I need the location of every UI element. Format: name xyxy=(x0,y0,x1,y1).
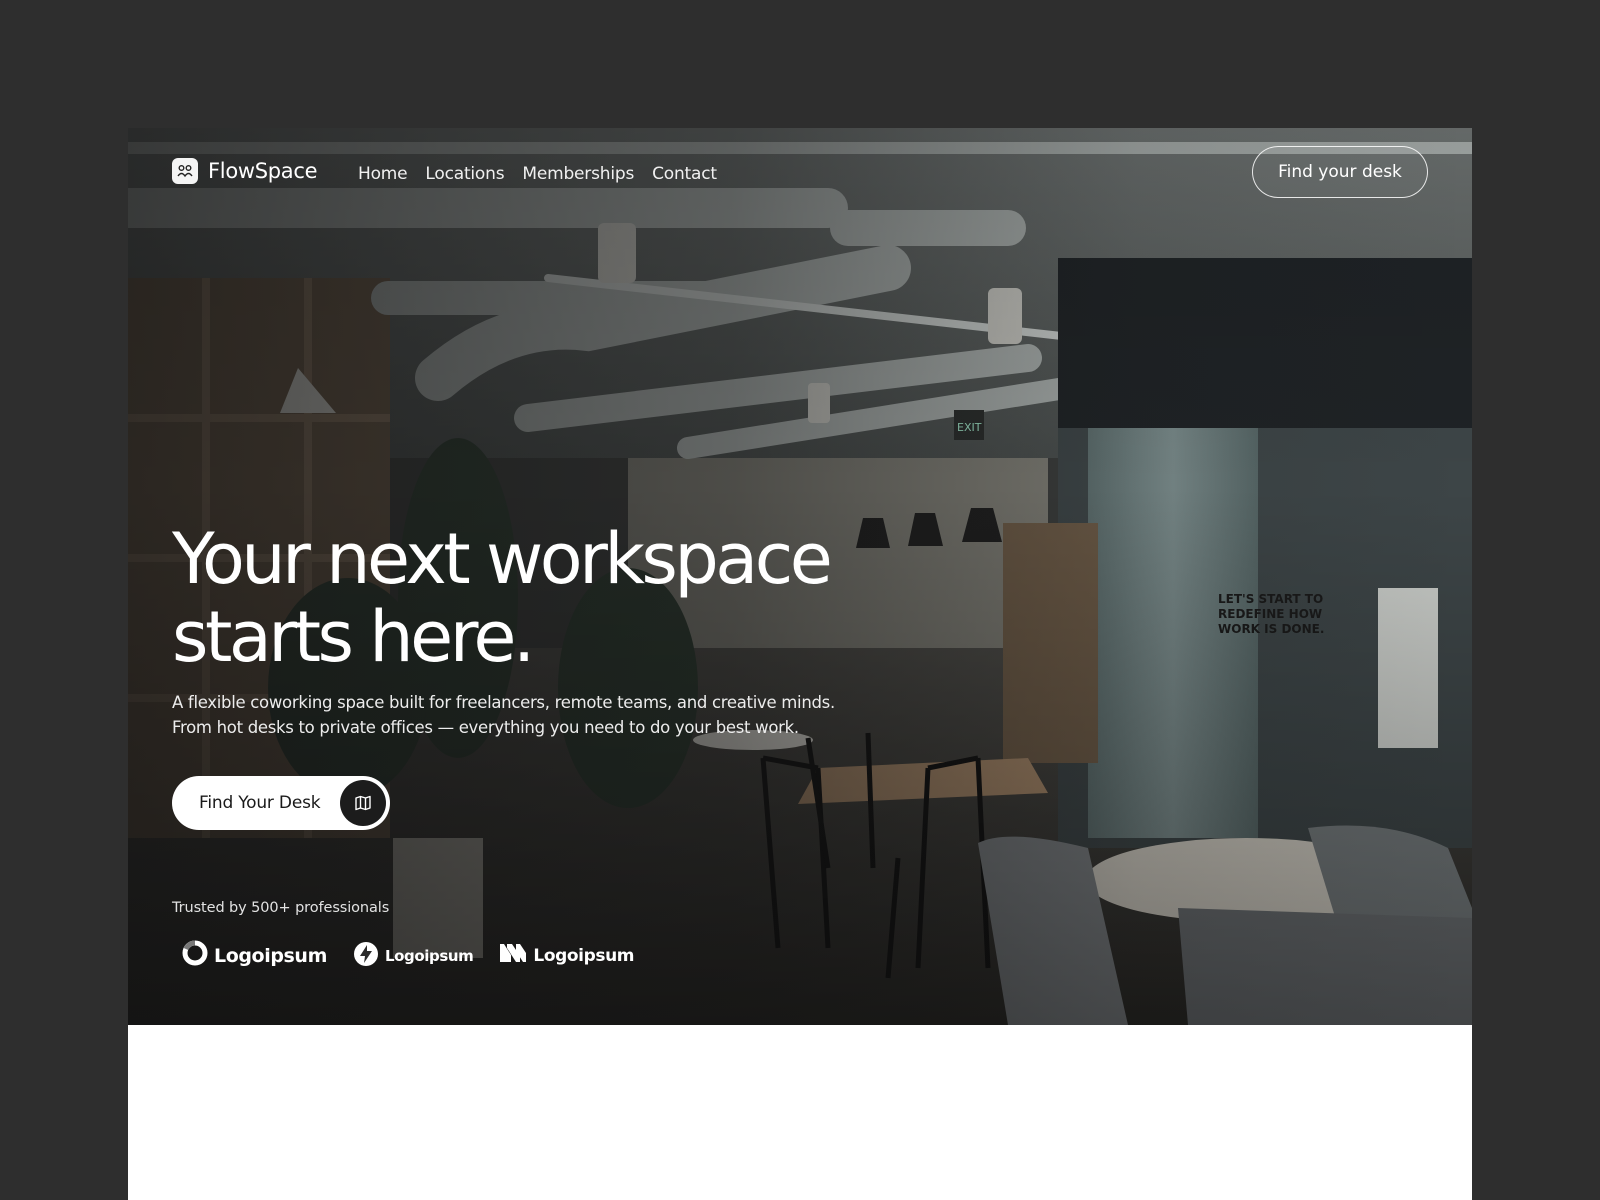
description-line-1: A flexible coworking space built for fre… xyxy=(172,693,835,712)
find-your-desk-button[interactable]: Find Your Desk xyxy=(172,776,390,830)
description-line-2: From hot desks to private offices — ever… xyxy=(172,718,799,737)
find-your-desk-nav-button[interactable]: Find your desk xyxy=(1252,146,1428,198)
ring-logo-icon xyxy=(182,940,208,971)
headline-line-1: Your next workspace xyxy=(172,518,833,600)
nav-link-contact[interactable]: Contact xyxy=(652,164,717,184)
headline-line-2: starts here. xyxy=(172,596,535,678)
top-navigation: FlowSpace Home Locations Memberships Con… xyxy=(172,146,1428,200)
partner-logo-3-name: Logoipsum xyxy=(533,945,635,966)
hero-description: A flexible coworking space built for fre… xyxy=(172,690,835,740)
nav-menu: Home Locations Memberships Contact xyxy=(358,164,717,184)
nav-link-locations[interactable]: Locations xyxy=(425,164,504,184)
nav-link-memberships[interactable]: Memberships xyxy=(522,164,634,184)
partner-logo-1: Logoipsum xyxy=(182,940,327,971)
hero-section: EXIT LET'S START TO REDEFINE HOW WORK IS… xyxy=(128,128,1472,1025)
nav-link-home[interactable]: Home xyxy=(358,164,408,184)
trusted-by-text: Trusted by 500+ professionals xyxy=(172,900,390,916)
stripes-logo-icon xyxy=(499,943,527,968)
partner-logo-2: Logoipsum xyxy=(353,941,474,971)
people-group-icon xyxy=(172,158,198,184)
hero-headline: Your next workspace starts here. xyxy=(172,518,833,678)
find-your-desk-label: Find Your Desk xyxy=(199,793,321,813)
partner-logo-1-name: Logoipsum xyxy=(214,944,327,967)
partner-logo-3: Logoipsum xyxy=(499,943,634,968)
brand-logo[interactable]: FlowSpace xyxy=(172,158,318,184)
partner-logos: Logoipsum Logoipsum Logoipsum xyxy=(182,940,660,971)
page-frame: EXIT LET'S START TO REDEFINE HOW WORK IS… xyxy=(128,128,1472,1200)
bolt-logo-icon xyxy=(353,941,379,971)
map-icon xyxy=(340,780,386,826)
brand-name: FlowSpace xyxy=(208,159,318,183)
partner-logo-2-name: Logoipsum xyxy=(384,946,474,965)
